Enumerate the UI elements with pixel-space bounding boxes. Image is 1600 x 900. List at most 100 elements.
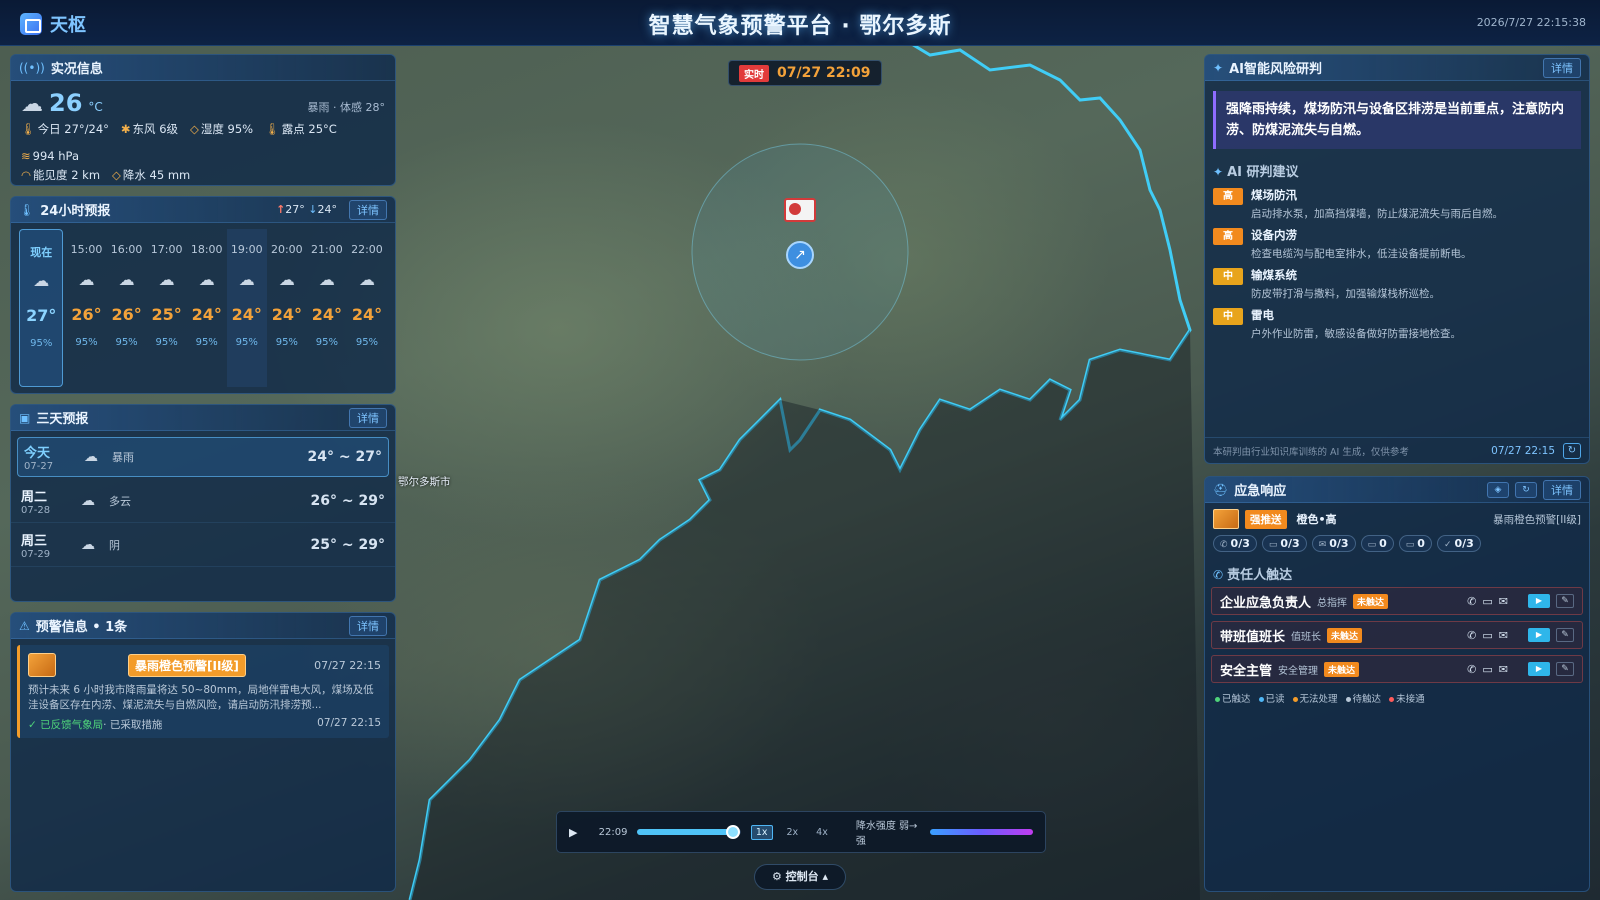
warning-badge-icon — [1213, 509, 1239, 529]
three-day-detail-button[interactable]: 详情 — [349, 407, 387, 428]
hour-temp: 26° — [71, 305, 102, 324]
suggestion-title: 煤场防汛 — [1251, 188, 1297, 202]
phone-icon: ✆ — [1213, 568, 1224, 582]
legend-dot — [1215, 697, 1220, 702]
precip-legend-label: 降水强度 弱→强 — [855, 821, 918, 847]
timeline-knob[interactable] — [725, 825, 740, 839]
message-icon: ▭ — [1268, 540, 1278, 550]
emergency-detail-button[interactable]: 详情 — [1543, 479, 1581, 500]
speed-1x[interactable]: 1x — [750, 824, 773, 840]
realtime-panel: ((•)) 实况信息 ☁ 26 °C 暴雨 · 体感 28° 🌡︎ 今日 27°/… — [10, 54, 396, 186]
signal-icon: ((•)) — [19, 60, 45, 75]
ai-suggestion[interactable]: 高煤场防汛 启动排水泵，加高挡煤墙，防止煤泥流失与雨后自燃。 — [1205, 184, 1589, 224]
mail-icon[interactable]: ✉ — [1499, 629, 1508, 642]
speed-2x[interactable]: 2x — [783, 826, 803, 839]
stat-phone: ✆ 0/3 — [1213, 535, 1257, 552]
day-row[interactable]: 周三 07-29 ☁ 阴 25° ~ 29° — [11, 523, 395, 567]
warning-text: 预计未来 6 小时我市降雨量将达 50~80mm，局地伴雷电大风，煤场及低洼设备… — [28, 684, 374, 711]
hour-humidity: 95% — [235, 337, 258, 348]
person-row[interactable]: 企业应急负责人 总指挥 未触达 ✆ ▭ ✉ ▶ ✎ — [1211, 587, 1583, 615]
message-icon[interactable]: ▭ — [1482, 595, 1492, 608]
mail-icon[interactable]: ✉ — [1499, 663, 1508, 676]
refresh-icon[interactable]: ↻ — [1515, 481, 1537, 498]
ai-suggestion[interactable]: 中雷电 户外作业防雷，敏感设备做好防雷接地检查。 — [1205, 304, 1589, 344]
emergency-title: 应急响应 — [1234, 484, 1287, 499]
person-row[interactable]: 安全主管 安全管理 未触达 ✆ ▭ ✉ ▶ ✎ — [1211, 655, 1583, 683]
edit-icon[interactable]: ✎ — [1556, 594, 1574, 608]
eye-icon: ◠ — [21, 168, 32, 182]
console-button[interactable]: ⚙ 控制台 ▴ — [754, 864, 846, 890]
phone-icon: ✆ — [1220, 540, 1228, 550]
day-row[interactable]: 周二 07-28 ☁ 多云 26° ~ 29° — [11, 479, 395, 523]
warning-detail-button[interactable]: 详情 — [349, 615, 387, 636]
day-row[interactable]: 今天 07-27 ☁ 暴雨 24° ~ 27° — [17, 437, 389, 477]
precip-legend-bar — [929, 829, 1034, 835]
rain-cloud-icon: ☁ — [33, 271, 50, 290]
ai-suggestion[interactable]: 高设备内涝 检查电缆沟与配电室排水，低洼设备提前断电。 — [1205, 224, 1589, 264]
site-marker-icon[interactable] — [784, 198, 816, 222]
play-icon[interactable]: ▶ — [569, 826, 589, 839]
day-date: 07-29 — [21, 548, 51, 560]
ai-disclaimer: 本研判由行业知识库训练的 AI 生成，仅供参考 — [1213, 446, 1409, 458]
clock: 2026/7/27 22:15:38 — [1476, 16, 1586, 29]
timeline-slider[interactable] — [637, 825, 741, 839]
message-icon[interactable]: ▭ — [1482, 629, 1492, 642]
legend-item: 已触达 — [1215, 691, 1251, 705]
day-weather: 阴 — [109, 538, 120, 552]
phone-icon[interactable]: ✆ — [1467, 595, 1476, 608]
edit-icon[interactable]: ✎ — [1556, 628, 1574, 642]
hour-humidity: 95% — [155, 337, 178, 348]
hourly-item: 19:00 ☁ 24° 95% — [226, 229, 267, 387]
suggestion-desc: 检查电缆沟与配电室排水，低洼设备提前断电。 — [1251, 248, 1472, 260]
contact-section-title: ✆ 责任人触达 — [1213, 568, 1293, 583]
stat-sms: ▭ 0/3 — [1261, 535, 1307, 552]
alert-triangle-icon: ⚠ — [19, 618, 30, 633]
person-role: 值班长 — [1291, 631, 1322, 643]
message-icon[interactable]: ▭ — [1482, 663, 1492, 676]
timeline-fill — [637, 829, 733, 835]
suggestion-desc: 启动排水泵，加高挡煤墙，防止煤泥流失与雨后自燃。 — [1251, 208, 1503, 220]
mail-icon: ✉ — [1318, 540, 1327, 550]
stat-reply: ▭ 0 — [1398, 535, 1432, 552]
hour-time: 22:00 — [351, 243, 383, 256]
refresh-icon[interactable]: ↻ — [1563, 442, 1581, 459]
risk-level-badge: 中 — [1213, 268, 1243, 285]
hourly-detail-button[interactable]: 详情 — [349, 199, 387, 220]
video-icon[interactable]: ▶ — [1528, 662, 1550, 676]
status-badge: 未触达 — [1353, 593, 1389, 609]
realtime-title: 实况信息 — [50, 62, 103, 77]
sparkle-icon: ✦ — [1213, 60, 1224, 75]
ai-header: ✦ AI智能风险研判 详情 — [1205, 55, 1589, 81]
warning-card[interactable]: 暴雨橙色预警[II级] 07/27 22:15 预计未来 6 小时我市降雨量将达… — [17, 645, 389, 738]
hour-humidity: 95% — [355, 337, 379, 348]
suggestion-desc: 防皮带打滑与撒料，加强输煤栈桥巡检。 — [1251, 288, 1440, 300]
shield-icon[interactable]: ◈ — [1487, 481, 1509, 498]
hour-temp: 26° — [111, 305, 142, 324]
edit-icon[interactable]: ✎ — [1556, 662, 1574, 676]
hour-humidity: 95% — [75, 337, 98, 348]
speed-4x[interactable]: 4x — [812, 826, 832, 839]
ai-suggestion[interactable]: 中输煤系统 防皮带打滑与撒料，加强输煤栈桥巡检。 — [1205, 264, 1589, 304]
person-row[interactable]: 带班值班长 值班长 未触达 ✆ ▭ ✉ ▶ ✎ — [1211, 621, 1583, 649]
rain-cloud-icon: ☁ — [158, 270, 175, 289]
dewpoint: 🌡︎ 露点 25°C — [265, 122, 337, 136]
player-time: 22:09 — [598, 826, 628, 838]
locate-icon[interactable]: ↗ — [786, 241, 814, 269]
hourly-item: 18:00 ☁ 24° 95% — [187, 229, 227, 387]
person-name: 企业应急负责人 — [1220, 595, 1312, 611]
cloud-icon: ☁ — [81, 536, 95, 553]
video-icon[interactable]: ▶ — [1528, 594, 1550, 608]
phone-icon[interactable]: ✆ — [1467, 663, 1476, 676]
warning-foot-time: 07/27 22:15 — [317, 717, 381, 729]
person-name: 安全主管 — [1220, 663, 1273, 679]
day-range: 25° ~ 29° — [310, 536, 385, 553]
ai-suggestion-title: ✦ AI 研判建议 — [1213, 165, 1299, 180]
hour-temp: 24° — [271, 305, 302, 324]
hour-time: 18:00 — [190, 243, 223, 256]
mail-icon[interactable]: ✉ — [1499, 595, 1508, 608]
ai-detail-button[interactable]: 详情 — [1543, 57, 1581, 78]
video-icon[interactable]: ▶ — [1528, 628, 1550, 642]
warning-tag: 暴雨橙色预警[II级] — [128, 653, 246, 677]
phone-icon[interactable]: ✆ — [1467, 629, 1476, 642]
emergency-header: ⛑ 应急响应 ◈ ↻ 详情 — [1205, 477, 1589, 503]
